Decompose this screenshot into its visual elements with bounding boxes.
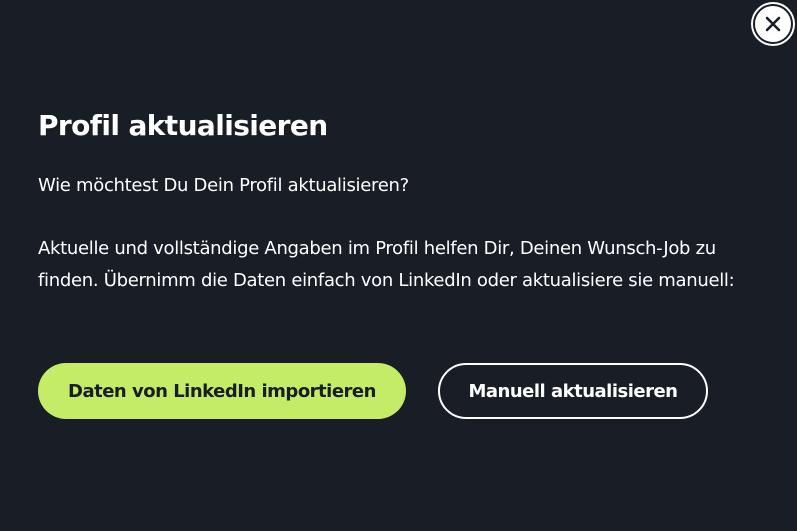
import-linkedin-label: Daten von LinkedIn importieren bbox=[68, 380, 376, 402]
manual-update-label: Manuell aktualisieren bbox=[468, 380, 678, 402]
close-icon bbox=[764, 15, 782, 33]
dialog-question: Wie möchtest Du Dein Profil aktualisiere… bbox=[38, 175, 409, 196]
manual-update-button[interactable]: Manuell aktualisieren bbox=[438, 363, 708, 419]
dialog-description: Aktuelle und vollständige Angaben im Pro… bbox=[38, 238, 735, 291]
dialog-title: Profil aktualisieren bbox=[38, 109, 328, 142]
close-button[interactable] bbox=[753, 4, 793, 44]
profile-update-dialog: Profil aktualisieren Wie möchtest Du Dei… bbox=[0, 0, 797, 531]
import-linkedin-button[interactable]: Daten von LinkedIn importieren bbox=[38, 363, 406, 419]
